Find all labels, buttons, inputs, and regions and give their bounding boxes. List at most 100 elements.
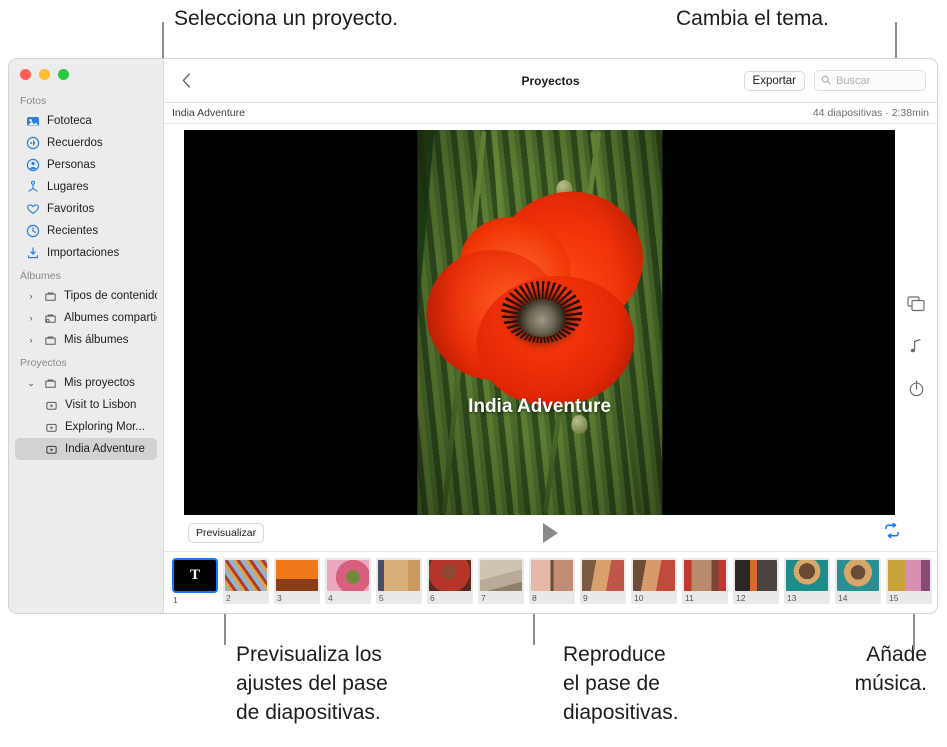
places-icon	[26, 180, 40, 194]
sidebar: Fotos Fototeca Recuerdos Personas Lugare…	[9, 59, 164, 613]
theme-button[interactable]	[905, 296, 927, 318]
chevron-right-icon[interactable]: ›	[26, 291, 36, 301]
callout-change-theme: Cambia el tema.	[676, 7, 829, 30]
close-window-button[interactable]	[20, 68, 31, 80]
play-icon[interactable]	[543, 523, 558, 543]
folder-icon	[43, 289, 57, 303]
loop-button[interactable]	[883, 522, 901, 544]
sidebar-item-fototeca[interactable]: Fototeca	[15, 110, 157, 132]
zoom-window-button[interactable]	[58, 68, 69, 80]
filmstrip-thumb[interactable]: 11	[682, 558, 728, 604]
sidebar-item-label: Mis álbumes	[64, 334, 129, 346]
sidebar-item-visit-to-lisbon[interactable]: Visit to Lisbon	[15, 394, 157, 416]
preview-button[interactable]: Previsualizar	[188, 523, 265, 543]
sidebar-item-favoritos[interactable]: Favoritos	[15, 198, 157, 220]
sidebar-item-label: Importaciones	[47, 247, 120, 259]
search-icon	[821, 72, 831, 90]
sidebar-item-label: Álbumes compartidos	[64, 312, 157, 324]
search-input[interactable]: Buscar	[814, 70, 926, 91]
thumb-image	[276, 560, 318, 591]
filmstrip-thumb[interactable]: 4	[325, 558, 371, 604]
sidebar-section-proyectos: Proyectos	[20, 357, 67, 369]
filmstrip-thumb[interactable]: 15	[886, 558, 932, 604]
heart-icon	[26, 202, 40, 216]
title-slide-glyph: T	[189, 567, 200, 583]
thumb-image	[582, 560, 624, 591]
project-info-bar: India Adventure 44 diapositivas · 2:38mi…	[164, 103, 937, 124]
export-button[interactable]: Exportar	[743, 70, 805, 91]
filmstrip-thumb[interactable]: 9	[580, 558, 626, 604]
inspector-rail	[895, 124, 937, 515]
sidebar-item-label: Visit to Lisbon	[65, 399, 137, 411]
slide-title-text: India Adventure	[468, 395, 611, 417]
sidebar-item-label: Recientes	[47, 225, 99, 237]
screenshot-root: Selecciona un proyecto. Cambia el tema. …	[0, 0, 947, 747]
filmstrip-thumb[interactable]: 2	[223, 558, 269, 604]
sidebar-item-personas[interactable]: Personas	[15, 154, 157, 176]
filmstrip-thumb[interactable]: 14	[835, 558, 881, 604]
chevron-down-icon[interactable]: ⌄	[26, 378, 36, 389]
callout-select-project: Selecciona un proyecto.	[174, 7, 399, 30]
filmstrip-thumb[interactable]: 6	[427, 558, 473, 604]
thumb-image	[429, 560, 471, 591]
filmstrip-thumb[interactable]: 13	[784, 558, 830, 604]
thumb-number: 12	[736, 593, 746, 603]
thumb-image	[684, 560, 726, 591]
filmstrip-thumb[interactable]: 3	[274, 558, 320, 604]
photos-library-icon	[26, 114, 40, 128]
chevron-right-icon[interactable]: ›	[26, 313, 36, 323]
sidebar-item-mis-albumes[interactable]: › Mis álbumes	[15, 329, 157, 351]
sidebar-item-label: Lugares	[47, 181, 89, 193]
play-button-wrap	[164, 523, 937, 543]
thumb-number: 1	[173, 595, 178, 605]
folder-icon	[43, 376, 57, 390]
filmstrip-thumb[interactable]: 8	[529, 558, 575, 604]
filmstrip-thumb[interactable]: 7	[478, 558, 524, 604]
sidebar-item-mis-proyectos[interactable]: ⌄ Mis proyectos	[15, 372, 157, 394]
sidebar-item-albumes-compartidos[interactable]: › Álbumes compartidos	[15, 307, 158, 329]
memories-icon	[26, 136, 40, 150]
toolbar: Proyectos Exportar Buscar	[164, 59, 937, 103]
thumb-image	[531, 560, 573, 591]
thumb-number: 9	[583, 593, 588, 603]
filmstrip-thumb[interactable]: 12	[733, 558, 779, 604]
filmstrip-thumb[interactable]: 5	[376, 558, 422, 604]
filmstrip-thumb[interactable]: 10	[631, 558, 677, 604]
sidebar-item-india-adventure[interactable]: India Adventure	[15, 438, 157, 460]
folder-icon	[43, 333, 57, 347]
thumb-image	[837, 560, 879, 591]
thumb-image: T	[172, 558, 218, 593]
duration-button[interactable]	[905, 380, 927, 402]
sidebar-item-label: Recuerdos	[47, 137, 103, 149]
slide-preview-stage[interactable]: India Adventure	[184, 130, 895, 515]
sidebar-item-exploring-mor[interactable]: Exploring Mor...	[15, 416, 157, 438]
shared-folder-icon	[43, 311, 57, 325]
slideshow-icon	[44, 442, 58, 456]
filmstrip-thumb[interactable]: T 1	[172, 558, 218, 606]
thumb-number: 11	[685, 593, 694, 603]
import-icon	[26, 246, 40, 260]
sidebar-item-lugares[interactable]: Lugares	[15, 176, 157, 198]
thumb-image	[480, 560, 522, 591]
slide-filmstrip[interactable]: T 1 2 3 4 5 6 7 8 9 10 11 12 13 14 15	[164, 551, 937, 613]
sidebar-item-recuerdos[interactable]: Recuerdos	[15, 132, 157, 154]
slideshow-icon	[44, 420, 58, 434]
thumb-image	[225, 560, 267, 591]
back-button[interactable]	[175, 70, 197, 92]
chevron-right-icon[interactable]: ›	[26, 335, 36, 345]
callout-preview-settings: Previsualiza los ajustes del pase de dia…	[236, 643, 388, 724]
thumb-image	[735, 560, 777, 591]
project-name: India Adventure	[172, 107, 245, 119]
sidebar-item-importaciones[interactable]: Importaciones	[15, 242, 157, 264]
minimize-window-button[interactable]	[39, 68, 50, 80]
sidebar-item-tipos-de-contenido[interactable]: › Tipos de contenido	[15, 285, 158, 307]
thumb-image	[327, 560, 369, 591]
sidebar-item-label: Exploring Mor...	[65, 421, 145, 433]
loop-icon	[883, 522, 901, 544]
sidebar-item-label: Fototeca	[47, 115, 92, 127]
project-meta: 44 diapositivas · 2:38min	[812, 107, 929, 119]
sidebar-item-recientes[interactable]: Recientes	[15, 220, 157, 242]
slide-photo: India Adventure	[416, 130, 663, 515]
callout-play-slideshow: Reproduce el pase de diapositivas.	[563, 643, 679, 724]
music-button[interactable]	[905, 338, 927, 360]
